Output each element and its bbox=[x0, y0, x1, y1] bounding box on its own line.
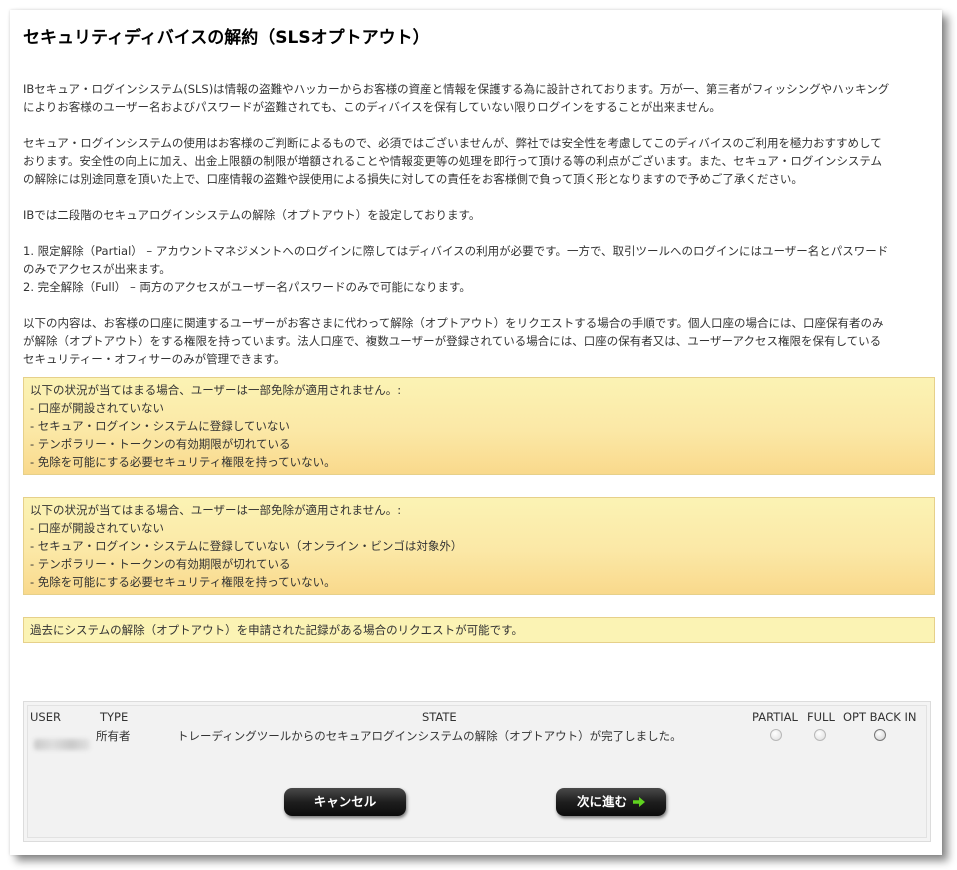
procedure-paragraph: 以下の内容は、お客様の口座に関連するユーザーがお客さまに代わって解除（オプトアウ… bbox=[23, 314, 935, 368]
header-state: STATE bbox=[422, 710, 457, 724]
notice-line: 以下の状況が当てはまる場合、ユーザーは一部免除が適用されません。: bbox=[30, 383, 402, 397]
header-type: TYPE bbox=[100, 710, 129, 724]
list-item: のみでアクセスが出来ます。 bbox=[23, 262, 171, 276]
paragraph-line: IBでは二段階のセキュアログインシステムの解除（オプトアウト）を設定しております… bbox=[23, 208, 481, 222]
next-button[interactable]: 次に進む bbox=[556, 788, 666, 816]
header-opt-back-in: OPT BACK IN bbox=[843, 710, 917, 724]
user-id-redacted bbox=[34, 739, 90, 750]
notice-line: - テンポラリー・トークンの有効期限が切れている bbox=[30, 437, 291, 451]
header-partial: PARTIAL bbox=[752, 710, 798, 724]
notice-line: - 免除を可能にする必要セキュリティ権限を持っていない。 bbox=[30, 455, 336, 469]
levels-list: 1. 限定解除（Partial） – アカウントマネジメントへのログインに際して… bbox=[23, 242, 935, 296]
notice-line: - セキュア・ログイン・システムに登録していない bbox=[30, 419, 290, 433]
notice-box-partial: 以下の状況が当てはまる場合、ユーザーは一部免除が適用されません。: - 口座が開… bbox=[23, 377, 935, 475]
opt-out-table: USER TYPE STATE PARTIAL FULL OPT BACK IN… bbox=[23, 701, 931, 842]
intro-paragraph: IBセキュア・ログインシステム(SLS)は情報の盗難やハッカーからお客様の資産と… bbox=[23, 80, 935, 116]
notice-line: 過去にシステムの解除（オプトアウト）を申請された記録がある場合のリクエストが可能… bbox=[30, 623, 523, 637]
notice-box-opt-back-in: 過去にシステムの解除（オプトアウト）を申請された記録がある場合のリクエストが可能… bbox=[23, 617, 935, 643]
row-type: 所有者 bbox=[96, 729, 131, 743]
notice-line: - テンポラリー・トークンの有効期限が切れている bbox=[30, 557, 291, 571]
paragraph-line: セキュア・ログインシステムの使用はお客様のご判断によるもので、必須ではございませ… bbox=[23, 136, 882, 150]
paragraph-line: IBセキュア・ログインシステム(SLS)は情報の盗難やハッカーからお客様の資産と… bbox=[23, 82, 890, 96]
notice-line: - セキュア・ログイン・システムに登録していない（オンライン・ビンゴは対象外） bbox=[30, 539, 463, 553]
page-container: セキュリティディバイスの解約（SLSオプトアウト） IBセキュア・ログインシステ… bbox=[10, 10, 942, 855]
paragraph-line: 以下の内容は、お客様の口座に関連するユーザーがお客さまに代わって解除（オプトアウ… bbox=[23, 316, 884, 330]
paragraph-line: おります。安全性の向上に加え、出金上限額の制限が増額されることや情報変更等の処理… bbox=[23, 154, 883, 168]
notice-line: - 口座が開設されていない bbox=[30, 521, 164, 535]
row-state: トレーディングツールからのセキュアログインシステムの解除（オプトアウト）が完了し… bbox=[177, 729, 682, 743]
partial-radio[interactable] bbox=[770, 729, 782, 741]
paragraph-line: によりお客様のユーザー名およびパスワードが盗難されても、このディバイスを保有して… bbox=[23, 100, 721, 114]
notice-line: - 免除を可能にする必要セキュリティ権限を持っていない。 bbox=[30, 575, 336, 589]
full-radio[interactable] bbox=[814, 729, 826, 741]
header-full: FULL bbox=[807, 710, 835, 724]
cancel-button[interactable]: キャンセル bbox=[284, 788, 406, 816]
notice-line: 以下の状況が当てはまる場合、ユーザーは一部免除が適用されません。: bbox=[30, 503, 402, 517]
next-button-label: 次に進む bbox=[576, 794, 627, 809]
arrow-right-icon bbox=[633, 796, 645, 807]
header-user: USER bbox=[30, 710, 61, 724]
notice-line: - 口座が開設されていない bbox=[30, 401, 164, 415]
opt-back-in-radio[interactable] bbox=[874, 729, 886, 741]
paragraph-line: が解除（オプトアウト）をする権限を持っています。法人口座で、複数ユーザーが登録さ… bbox=[23, 334, 882, 348]
paragraph-line: セキュリティー・オフィサーのみが管理できます。 bbox=[23, 352, 286, 366]
page-title: セキュリティディバイスの解約（SLSオプトアウト） bbox=[23, 28, 430, 48]
list-item: 1. 限定解除（Partial） – アカウントマネジメントへのログインに際して… bbox=[23, 244, 889, 258]
notice-box-full: 以下の状況が当てはまる場合、ユーザーは一部免除が適用されません。: - 口座が開… bbox=[23, 497, 935, 595]
paragraph-line: の解除には別途同意を頂いた上で、口座情報の盗難や誤使用による損失に対しての責任を… bbox=[23, 172, 803, 186]
usage-paragraph: セキュア・ログインシステムの使用はお客様のご判断によるもので、必須ではございませ… bbox=[23, 134, 935, 188]
cancel-button-label: キャンセル bbox=[313, 794, 377, 809]
opt-out-table-inner: USER TYPE STATE PARTIAL FULL OPT BACK IN… bbox=[27, 705, 927, 838]
list-item: 2. 完全解除（Full） – 両方のアクセスがユーザー名パスワードのみで可能に… bbox=[23, 280, 471, 294]
levels-intro-paragraph: IBでは二段階のセキュアログインシステムの解除（オプトアウト）を設定しております… bbox=[23, 206, 935, 224]
